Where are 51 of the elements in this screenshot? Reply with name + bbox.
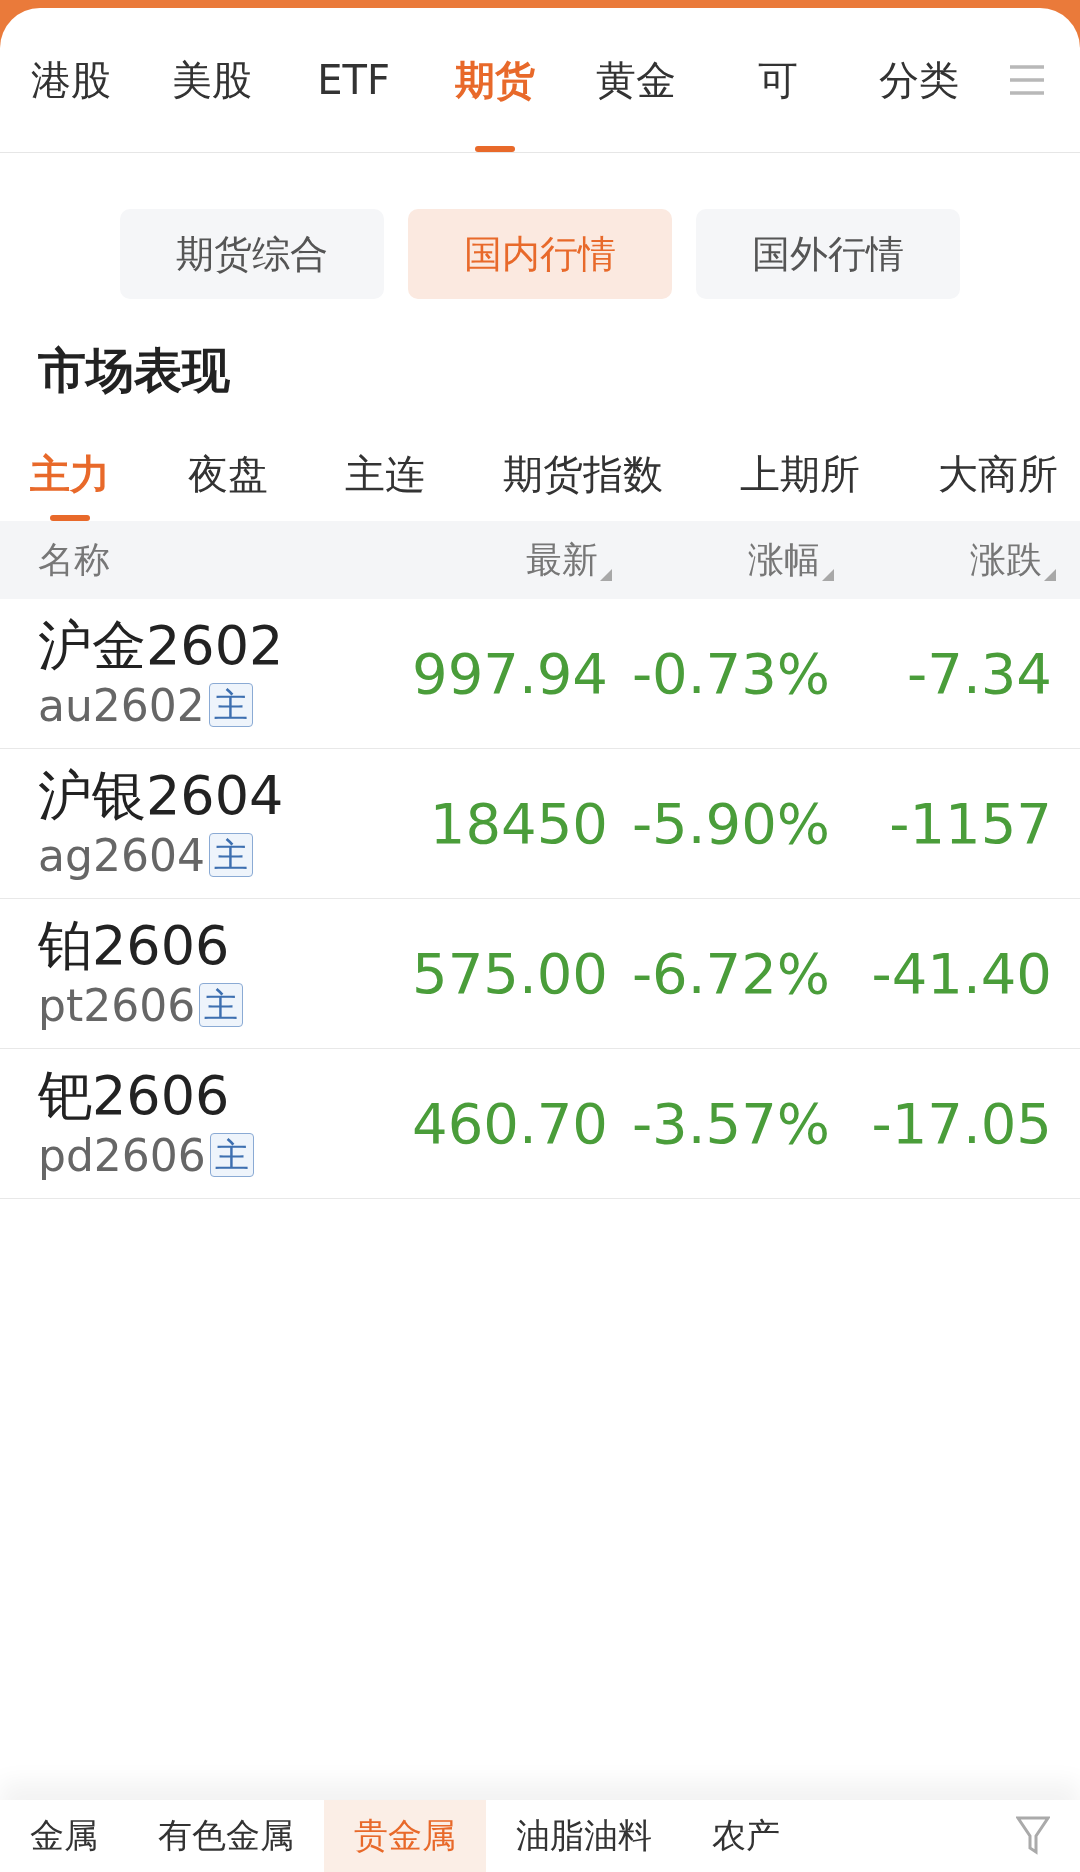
contract-code: pd2606	[38, 1129, 206, 1181]
exchange-tab[interactable]: 大商所	[937, 439, 1058, 521]
main-contract-badge: 主	[208, 832, 253, 878]
column-header[interactable]: 涨幅	[748, 535, 834, 585]
main-contract-badge: 主	[208, 682, 253, 728]
latest-price: 18450	[428, 791, 608, 856]
change-value: -7.34	[906, 641, 1052, 706]
category-tab[interactable]: 有色金属	[128, 1800, 324, 1872]
contract-name: 沪金2602	[38, 616, 285, 676]
contract-code: au2602	[38, 679, 205, 731]
main-contract-badge: 主	[199, 982, 244, 1028]
category-tab[interactable]: 油脂油料	[486, 1800, 682, 1872]
latest-price: 460.70	[411, 1091, 608, 1156]
sort-icon	[822, 568, 834, 581]
change-value: -17.05	[870, 1091, 1052, 1156]
contract-name: 沪银2604	[38, 766, 285, 826]
section-title: 市场表现	[37, 341, 231, 400]
category-tab[interactable]: 金属	[0, 1800, 128, 1872]
market-tab[interactable]: 可	[707, 8, 849, 152]
contract-name: 铂2606	[38, 916, 231, 976]
column-header: 名称	[38, 537, 110, 582]
segment-button[interactable]: 国外行情	[696, 209, 960, 299]
exchange-tab[interactable]: 上期所	[740, 439, 861, 521]
change-percent: -5.90%	[630, 791, 830, 856]
change-value: -1157	[888, 791, 1052, 856]
category-tab[interactable]: 分类	[848, 8, 990, 152]
latest-price: 997.94	[411, 641, 608, 706]
menu-icon[interactable]	[1009, 65, 1044, 95]
market-tab[interactable]: 港股	[0, 8, 142, 152]
market-tab[interactable]: 美股	[141, 8, 283, 152]
category-tab[interactable]: 农产	[682, 1800, 810, 1872]
market-tab[interactable]: 黄金	[565, 8, 708, 152]
change-value: -41.40	[870, 941, 1052, 1006]
filter-icon[interactable]	[1016, 1816, 1050, 1856]
contract-name: 钯2606	[38, 1066, 231, 1126]
market-tab[interactable]: ETF	[282, 8, 425, 152]
contract-code: pt2606	[38, 979, 196, 1031]
column-header[interactable]: 最新	[526, 535, 612, 585]
exchange-tab[interactable]: 期货指数	[502, 439, 663, 521]
change-percent: -3.57%	[630, 1091, 830, 1156]
exchange-tab[interactable]: 夜盘	[187, 439, 268, 521]
main-contract-badge: 主	[209, 1132, 254, 1178]
latest-price: 575.00	[411, 941, 608, 1006]
sort-icon	[600, 568, 612, 581]
segment-button[interactable]: 期货综合	[120, 209, 384, 299]
change-percent: -0.73%	[630, 641, 830, 706]
column-header[interactable]: 涨跌	[970, 535, 1056, 585]
contract-code: ag2604	[38, 829, 205, 881]
change-percent: -6.72%	[630, 941, 830, 1006]
sort-icon	[1044, 568, 1056, 581]
exchange-tab[interactable]: 主连	[345, 439, 426, 521]
